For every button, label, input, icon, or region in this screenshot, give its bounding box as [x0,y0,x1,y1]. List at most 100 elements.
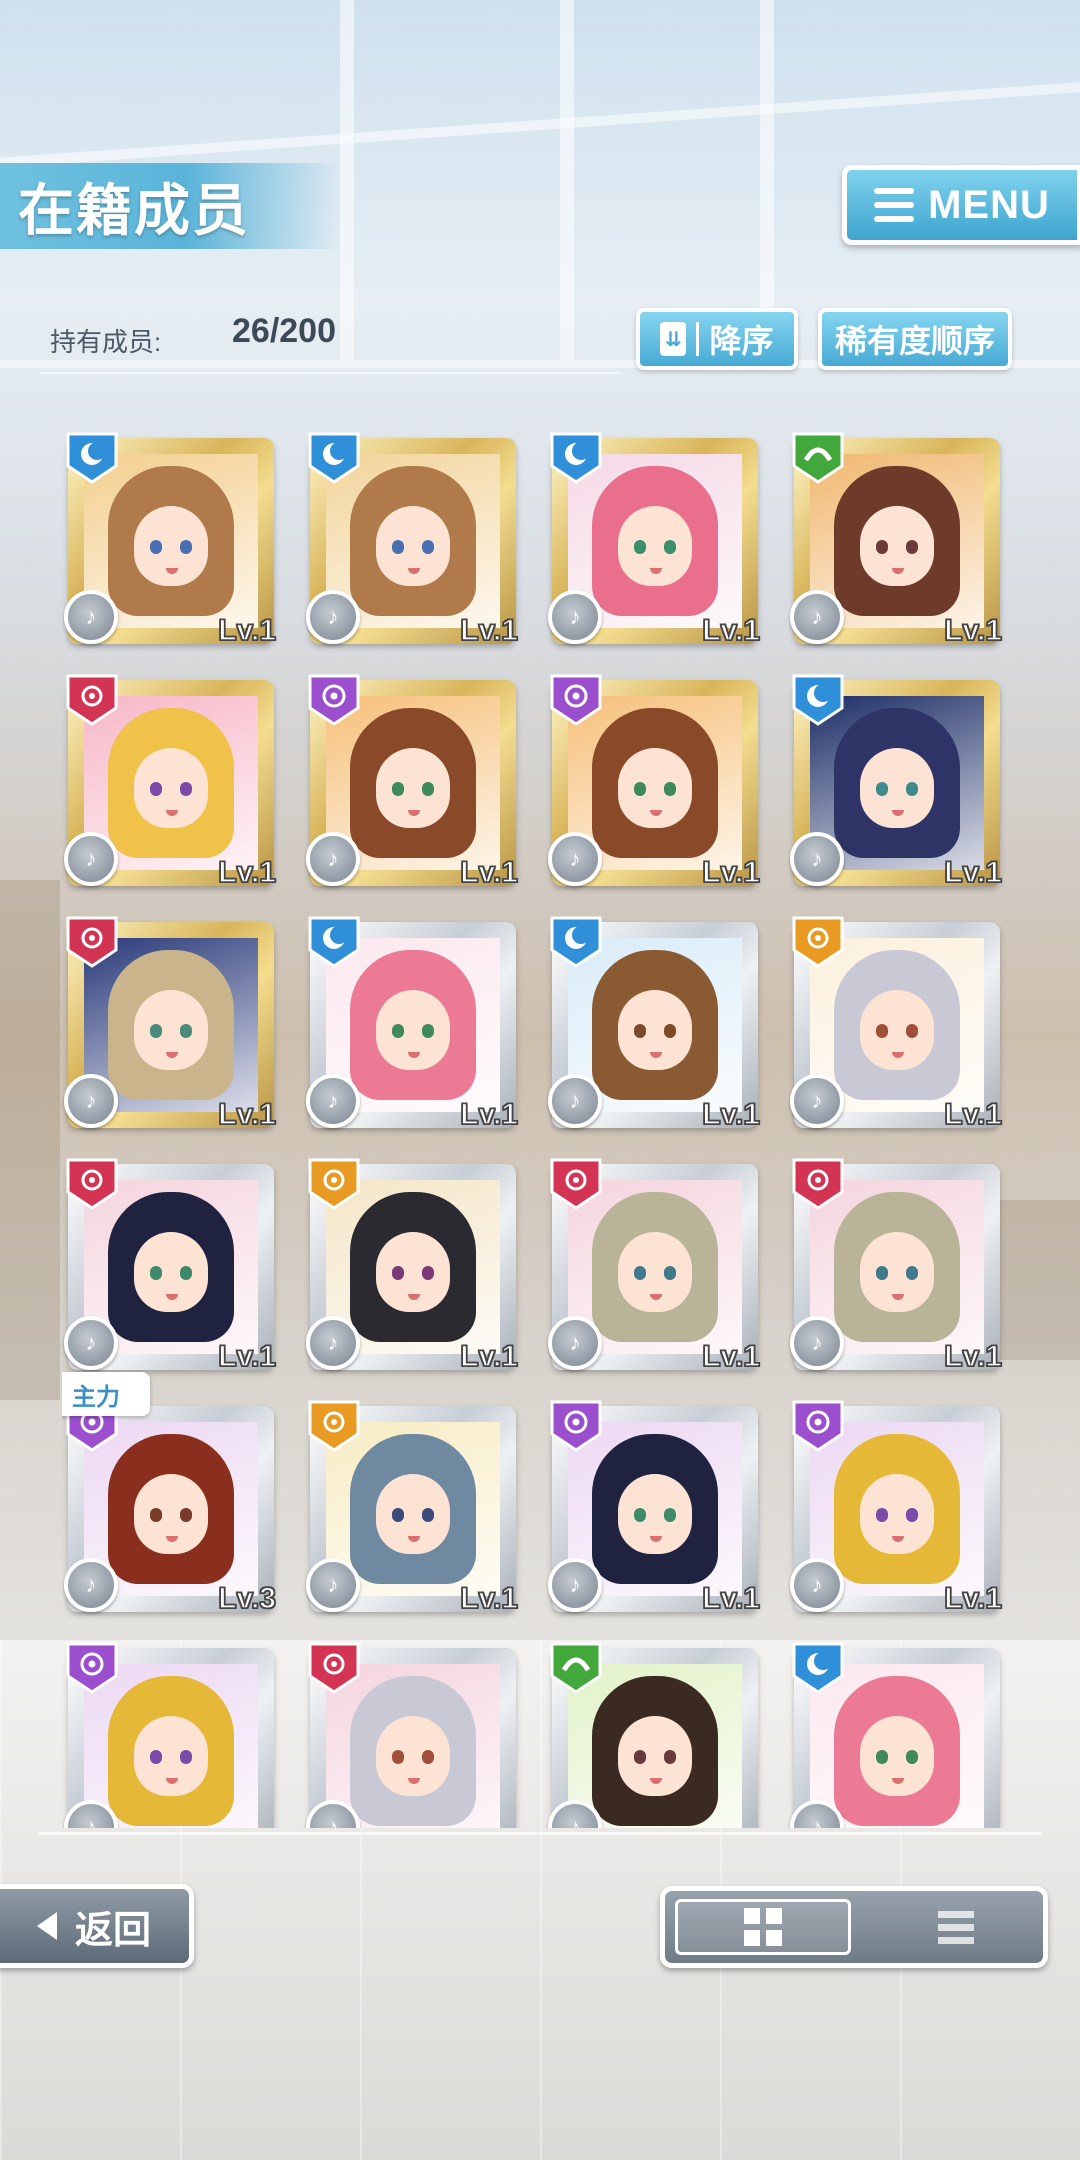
menu-label: MENU [928,182,1050,227]
member-card[interactable]: ♪ Lv.1 [304,916,524,1136]
leader-badge: 主力 [62,1372,150,1416]
member-level: Lv.1 [459,613,518,648]
sun-attribute-icon [306,1400,362,1452]
sort-order-button[interactable]: ⇊ 降序 [636,308,798,370]
member-card[interactable]: ♪ Lv.1 [788,1158,1008,1378]
instrument-type-icon: ♪ [64,590,118,644]
member-level: Lv.1 [701,1097,760,1132]
sun-red-attribute-icon [306,1642,362,1694]
instrument-type-icon: ♪ [548,1316,602,1370]
sun-red-attribute-icon [790,1158,846,1210]
member-level: Lv.1 [943,855,1002,890]
member-card[interactable]: ♪ [304,1642,524,1828]
member-card[interactable]: ♪ Lv.1 [62,432,282,652]
moon-attribute-icon [790,674,846,726]
member-level: Lv.1 [943,1097,1002,1132]
menu-button[interactable]: MENU [842,165,1080,245]
member-level: Lv.1 [459,1097,518,1132]
member-card[interactable]: ♪ Lv.1 [788,432,1008,652]
member-card[interactable]: ♪ Lv.3 主力 [62,1372,282,1620]
flower-attribute-icon [548,1400,604,1452]
flower-attribute-icon [790,1400,846,1452]
grid-view-icon [744,1908,782,1946]
member-level: Lv.1 [217,855,276,890]
instrument-type-icon: ♪ [548,590,602,644]
instrument-type-icon: ♪ [306,1558,360,1612]
instrument-type-icon: ♪ [64,1316,118,1370]
grid-view-button[interactable] [675,1899,851,1955]
flower-attribute-icon [64,1642,120,1694]
member-card[interactable]: ♪ Lv.1 [546,1400,766,1620]
member-level: Lv.3 [217,1581,276,1616]
moon-attribute-icon [64,432,120,484]
member-card[interactable]: ♪ Lv.1 [546,1158,766,1378]
member-level: Lv.1 [701,855,760,890]
member-card[interactable]: ♪ Lv.1 [62,916,282,1136]
page-title: 在籍成员 [18,178,250,242]
member-level: Lv.1 [217,1339,276,1374]
member-card[interactable]: ♪ Lv.1 [788,1400,1008,1620]
page-title-banner: 在籍成员 [0,163,340,249]
moon-attribute-icon [548,432,604,484]
hamburger-icon [874,188,915,222]
member-level: Lv.1 [459,855,518,890]
list-view-button[interactable] [881,1899,1031,1955]
instrument-type-icon: ♪ [790,832,844,886]
member-level: Lv.1 [459,1581,518,1616]
wave-attribute-icon [548,1642,604,1694]
moon-attribute-icon [548,916,604,968]
instrument-type-icon: ♪ [548,1074,602,1128]
member-level: Lv.1 [217,1097,276,1132]
member-card[interactable]: ♪ Lv.1 [62,1158,282,1378]
member-level: Lv.1 [701,1339,760,1374]
instrument-type-icon: ♪ [306,1316,360,1370]
moon-attribute-icon [790,1642,846,1694]
instrument-type-icon: ♪ [64,1558,118,1612]
flower-attribute-icon [306,674,362,726]
instrument-type-icon: ♪ [790,1558,844,1612]
instrument-type-icon: ♪ [306,1074,360,1128]
wave-attribute-icon [790,432,846,484]
member-level: Lv.1 [217,613,276,648]
member-card[interactable]: ♪ Lv.1 [304,674,524,894]
view-toggle [660,1886,1048,1968]
back-label: 返回 [74,1909,151,1952]
member-level: Lv.1 [943,1339,1002,1374]
member-card[interactable]: ♪ Lv.1 [546,674,766,894]
sort-order-label: 降序 [709,323,774,359]
sort-key-button[interactable]: 稀有度顺序 [818,308,1012,370]
instrument-type-icon: ♪ [64,832,118,886]
member-card[interactable]: ♪ Lv.1 [62,674,282,894]
instrument-type-icon: ♪ [64,1074,118,1128]
member-card[interactable]: ♪ Lv.1 [304,432,524,652]
sun-red-attribute-icon [64,1158,120,1210]
member-card[interactable]: ♪ [788,1642,1008,1828]
instrument-type-icon: ♪ [548,832,602,886]
back-arrow-icon [36,1912,57,1940]
member-card[interactable]: ♪ [546,1642,766,1828]
member-level: Lv.1 [943,613,1002,648]
member-card[interactable]: ♪ Lv.1 [788,674,1008,894]
member-level: Lv.1 [701,1581,760,1616]
sun-red-attribute-icon [64,674,120,726]
sun-attribute-icon [306,1158,362,1210]
member-level: Lv.1 [943,1581,1002,1616]
holding-label: 持有成员: [50,327,162,357]
member-card[interactable]: ♪ Lv.1 [304,1158,524,1378]
member-card[interactable]: ♪ Lv.1 [546,432,766,652]
member-grid[interactable]: ♪ Lv.1 ♪ Lv.1 ♪ Lv.1 ♪ Lv.1 ♪ Lv.1 ♪ Lv.1 ♪ Lv.1 ♪ Lv.1… [62,432,1022,1828]
sun-red-attribute-icon [548,1158,604,1210]
instrument-type-icon: ♪ [790,1316,844,1370]
chevron-down-icon: ⇊ [660,322,687,356]
back-button[interactable]: 返回 [0,1884,194,1968]
member-card[interactable]: ♪ Lv.1 [546,916,766,1136]
member-level: Lv.1 [459,1339,518,1374]
separator [696,322,700,356]
instrument-type-icon: ♪ [306,832,360,886]
header-divider [40,372,620,374]
member-card[interactable]: ♪ Lv.1 [788,916,1008,1136]
member-card[interactable]: ♪ [62,1642,282,1828]
member-card[interactable]: ♪ Lv.1 [304,1400,524,1620]
instrument-type-icon: ♪ [790,590,844,644]
holding-count: 26/200 [232,312,336,350]
